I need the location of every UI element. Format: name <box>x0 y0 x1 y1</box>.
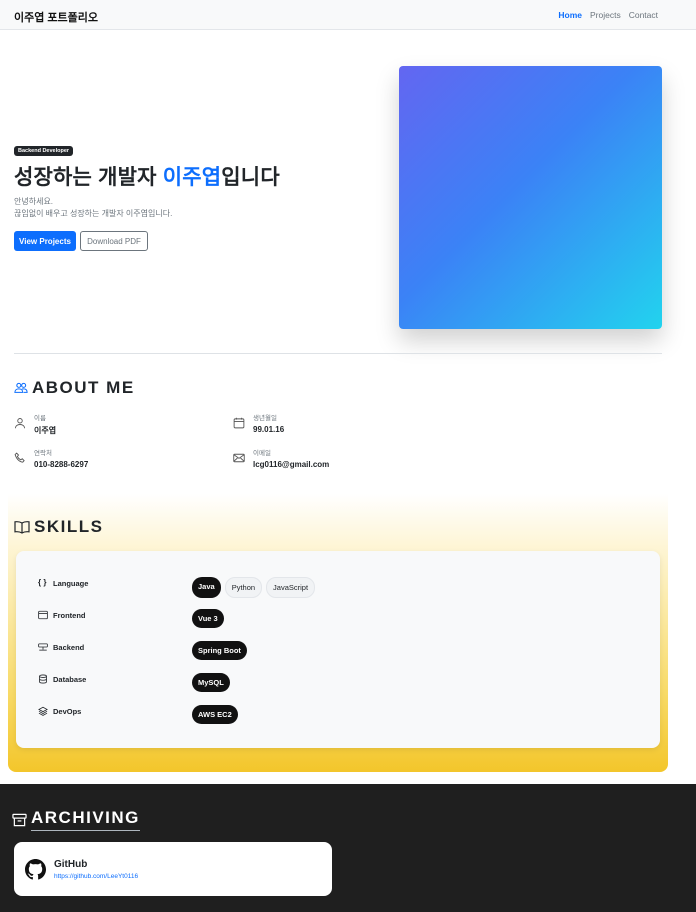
info-phone: 연락처 010-8288-6297 <box>14 447 88 469</box>
hero-title: 성장하는 개발자 이주엽입니다 <box>14 161 280 191</box>
info-email: 이메일 lcg0116@gmail.com <box>233 447 329 469</box>
skill-pills: Java Python JavaScript <box>192 577 316 598</box>
skill-pill: Spring Boot <box>192 641 247 660</box>
book-icon <box>14 521 30 534</box>
skill-pill: JavaScript <box>266 577 316 598</box>
nav-link-contact[interactable]: Contact <box>629 10 658 20</box>
hero-description: 안녕하세요. 끊임없이 배우고 성장하는 개발자 이주엽입니다. <box>14 196 172 220</box>
nav-link-projects[interactable]: Projects <box>590 10 621 20</box>
info-label: 이메일 <box>253 450 271 457</box>
hero-title-suffix: 입니다 <box>221 166 280 189</box>
skill-category: Backend <box>38 642 84 652</box>
skill-row-database: Database MySQL <box>16 670 660 692</box>
brand-title[interactable]: 이주엽 포트폴리오 <box>14 9 98 25</box>
server-icon <box>38 643 48 651</box>
skills-section-title: SKILLS <box>14 517 103 537</box>
skill-pill: MySQL <box>192 673 230 692</box>
skill-pills: Vue 3 <box>192 609 224 628</box>
info-label: 이름 <box>34 415 46 422</box>
info-birthdate: 생년월일 99.01.16 <box>233 412 284 434</box>
skill-category-label: Database <box>53 674 87 684</box>
section-divider <box>14 353 662 354</box>
hero-title-name: 이주엽 <box>162 166 222 189</box>
about-section-title: ABOUT ME <box>14 378 135 398</box>
github-name: GitHub <box>54 858 88 870</box>
skill-row-backend: Backend Spring Boot <box>16 638 660 660</box>
skill-pill: Python <box>224 577 263 598</box>
archiving-section: ARCHIVING GitHub https://github.com/LeeY… <box>0 784 696 912</box>
about-title: ABOUT ME <box>32 378 135 397</box>
skill-row-frontend: Frontend Vue 3 <box>16 606 660 628</box>
skill-pill: Vue 3 <box>192 609 224 628</box>
person-icon <box>15 418 25 429</box>
role-badge: Backend Developer <box>14 146 74 156</box>
archiving-section-title: ARCHIVING <box>12 808 140 831</box>
skill-category: Frontend <box>38 610 86 620</box>
github-icon <box>25 858 46 879</box>
hero-gradient-image <box>399 66 662 329</box>
skills-title: SKILLS <box>34 517 104 536</box>
info-label: 생년월일 <box>253 415 277 422</box>
info-value: lcg0116@gmail.com <box>253 460 330 469</box>
skill-category: { } Language <box>38 578 88 588</box>
skill-category-label: Backend <box>53 642 85 652</box>
hero-desc-line-2: 끊임없이 배우고 성장하는 개발자 이주엽입니다. <box>14 209 173 218</box>
skill-category: DevOps <box>38 706 81 716</box>
skill-category-label: Language <box>53 578 89 588</box>
skill-category: Database <box>38 674 86 684</box>
calendar-icon <box>233 417 245 429</box>
skill-pills: Spring Boot <box>192 641 247 660</box>
view-projects-button[interactable]: View Projects <box>14 231 76 251</box>
people-icon <box>14 382 28 393</box>
skill-row-language: { } Language Java Python JavaScript <box>16 574 660 598</box>
hero-title-prefix: 성장하는 개발자 <box>14 166 163 189</box>
braces-icon: { } <box>38 578 47 587</box>
skill-category-label: DevOps <box>53 706 82 716</box>
skill-pill: AWS EC2 <box>192 705 238 724</box>
layers-icon <box>38 706 48 716</box>
download-pdf-button[interactable]: Download PDF <box>80 231 148 251</box>
skills-card: { } Language Java Python JavaScript Fron… <box>16 551 660 748</box>
github-url-link[interactable]: https://github.com/LeeYt0116 <box>54 873 138 880</box>
info-label: 연락처 <box>34 450 52 457</box>
skill-pills: MySQL <box>192 673 230 692</box>
info-value: 010-8288-6297 <box>34 460 89 469</box>
info-name: 이름 이주엽 <box>14 412 56 436</box>
database-icon <box>39 674 47 684</box>
info-value: 99.01.16 <box>253 425 285 434</box>
skill-row-devops: DevOps AWS EC2 <box>16 702 660 724</box>
skill-category-label: Frontend <box>53 610 86 620</box>
github-card[interactable]: GitHub https://github.com/LeeYt0116 <box>14 842 332 896</box>
navbar: 이주엽 포트폴리오 Home Projects Contact <box>0 0 696 30</box>
hero-desc-line-1: 안녕하세요. <box>14 197 54 206</box>
archive-icon <box>12 813 27 826</box>
info-value: 이주엽 <box>34 426 57 435</box>
window-icon <box>38 610 48 620</box>
nav-link-home[interactable]: Home <box>558 10 582 20</box>
nav-links: Home Projects Contact <box>558 10 658 20</box>
envelope-icon <box>233 453 245 463</box>
archiving-title: ARCHIVING <box>31 808 140 831</box>
phone-icon <box>14 452 25 463</box>
skill-pill: Java <box>192 577 221 598</box>
skill-pills: AWS EC2 <box>192 705 238 724</box>
